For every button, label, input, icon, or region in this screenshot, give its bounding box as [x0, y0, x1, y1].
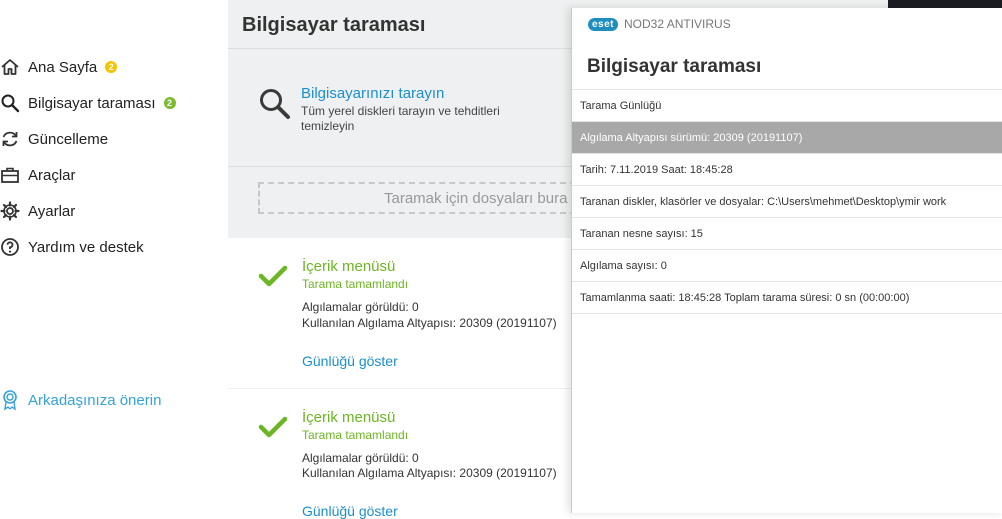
sidebar-item-label: Ayarlar: [28, 202, 76, 220]
log-list: Tarama Günlüğü Algılama Altyapısı sürümü…: [572, 89, 1002, 314]
sidebar-item-computer-scan[interactable]: Bilgisayar taraması 2: [0, 91, 176, 115]
sidebar-item-label: Güncelleme: [28, 130, 109, 148]
result-detections: Algılamalar görüldü: 0: [302, 451, 419, 465]
sidebar-item-label: Bilgisayar taraması: [28, 94, 156, 112]
result-detections: Algılamalar görüldü: 0: [302, 300, 419, 314]
sidebar-item-label: Araçlar: [28, 166, 76, 184]
magnifier-icon: [258, 87, 292, 126]
log-window-title: Bilgisayar taraması: [587, 56, 762, 77]
log-row[interactable]: Tarih: 7.11.2019 Saat: 18:45:28: [572, 153, 1002, 185]
log-row[interactable]: Algılama sayısı: 0: [572, 249, 1002, 281]
scan-computer-description: Tüm yerel diskleri tarayın ve tehditleri…: [301, 104, 500, 133]
sidebar-item-tools[interactable]: Araçlar: [0, 163, 76, 187]
show-log-link[interactable]: Günlüğü göster: [302, 353, 398, 369]
refer-friend-link[interactable]: Arkadaşınıza önerin: [0, 389, 161, 411]
page-title: Bilgisayar taraması: [242, 14, 426, 36]
result-engine: Kullanılan Algılama Altyapısı: 20309 (20…: [302, 466, 557, 480]
sidebar-item-help[interactable]: Yardım ve destek: [0, 235, 144, 259]
refer-friend-label: Arkadaşınıza önerin: [28, 391, 162, 409]
sidebar-item-label: Yardım ve destek: [28, 238, 144, 256]
show-log-link[interactable]: Günlüğü göster: [302, 503, 398, 519]
log-row[interactable]: Taranan nesne sayısı: 15: [572, 217, 1002, 249]
eset-logo: eset: [588, 17, 619, 31]
brand: eset NOD32 ANTIVIRUS: [588, 17, 731, 31]
briefcase-icon: [0, 165, 20, 185]
log-row[interactable]: Tarama Günlüğü: [572, 89, 1002, 121]
refresh-icon: [0, 129, 20, 149]
result-title: İçerik menüsü: [302, 258, 396, 275]
help-icon: [0, 237, 20, 257]
result-title: İçerik menüsü: [302, 409, 396, 426]
result-status: Tarama tamamlandı: [302, 428, 409, 442]
sidebar: Ana Sayfa 2 Bilgisayar taraması 2 Güncel…: [0, 0, 228, 513]
log-row-selected[interactable]: Algılama Altyapısı sürümü: 20309 (201911…: [572, 121, 1002, 153]
divider: [572, 313, 1002, 314]
search-icon: [0, 93, 20, 113]
result-engine: Kullanılan Algılama Altyapısı: 20309 (20…: [302, 316, 557, 330]
check-icon: [258, 415, 288, 444]
scan-log-window: eset NOD32 ANTIVIRUS Bilgisayar taraması…: [571, 8, 1002, 513]
sidebar-item-label: Ana Sayfa: [28, 58, 98, 76]
notification-badge: 2: [163, 97, 176, 109]
scan-computer-link[interactable]: Bilgisayarınızı tarayın: [301, 85, 444, 102]
result-status: Tarama tamamlandı: [302, 277, 409, 291]
ribbon-icon: [0, 389, 20, 411]
notification-badge: 2: [105, 61, 118, 73]
home-icon: [0, 57, 20, 77]
sidebar-item-update[interactable]: Güncelleme: [0, 127, 108, 151]
log-row[interactable]: Tamamlanma saati: 18:45:28 Toplam tarama…: [572, 281, 1002, 313]
sidebar-item-settings[interactable]: Ayarlar: [0, 199, 75, 223]
product-name: NOD32 ANTIVIRUS: [624, 17, 731, 31]
sidebar-item-home[interactable]: Ana Sayfa 2: [0, 55, 118, 79]
log-row[interactable]: Taranan diskler, klasörler ve dosyalar: …: [572, 185, 1002, 217]
check-icon: [258, 264, 288, 293]
gear-icon: [0, 201, 20, 221]
